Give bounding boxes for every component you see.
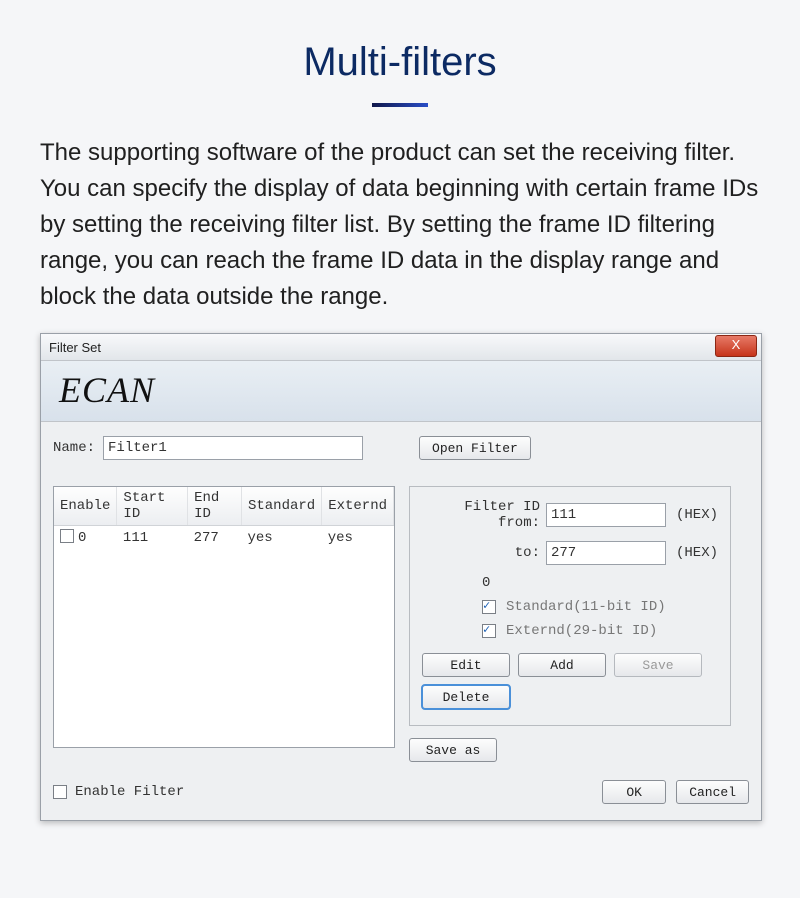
row-standard: yes <box>241 526 321 550</box>
filter-table-header[interactable]: Standard <box>241 487 321 526</box>
externd-id-checkbox[interactable] <box>482 624 496 638</box>
name-input[interactable] <box>103 436 363 460</box>
filter-table-header[interactable]: Externd <box>322 487 394 526</box>
brand-logo-text: ECAN <box>59 370 155 410</box>
page-description: The supporting software of the product c… <box>40 135 760 315</box>
edit-button[interactable]: Edit <box>422 653 510 677</box>
enable-filter-label: Enable Filter <box>75 784 184 800</box>
dialog-title: Filter Set <box>47 340 101 355</box>
title-underline <box>372 103 428 107</box>
name-label: Name: <box>53 440 95 456</box>
row-externd: yes <box>322 526 394 550</box>
filter-table-header[interactable]: Start ID <box>117 487 188 526</box>
filter-id-to-label: to: <box>422 545 540 561</box>
filter-table-header[interactable]: End ID <box>188 487 242 526</box>
page-title: Multi-filters <box>40 40 760 85</box>
save-button[interactable]: Save <box>614 653 702 677</box>
row-enable-text: 0 <box>78 530 86 546</box>
close-button[interactable]: X <box>715 335 757 357</box>
filter-table-header-row: Enable Start ID End ID Standard Externd <box>54 487 394 526</box>
filter-edit-panel: Filter ID from: (HEX) to: (HEX) 0 <box>409 486 731 726</box>
dialog-titlebar[interactable]: Filter Set X <box>41 334 761 361</box>
row-enable-checkbox[interactable] <box>60 529 74 543</box>
delete-button[interactable]: Delete <box>422 685 510 709</box>
open-filter-button[interactable]: Open Filter <box>419 436 531 460</box>
cancel-button[interactable]: Cancel <box>676 780 749 804</box>
brand-bar: ECAN <box>41 361 761 422</box>
filter-set-dialog: Filter Set X ECAN Name: Open Filter <box>40 333 762 821</box>
filter-id-to-input[interactable] <box>546 541 666 565</box>
save-as-button[interactable]: Save as <box>409 738 497 762</box>
zero-indicator: 0 <box>422 575 718 591</box>
hex-suffix: (HEX) <box>676 545 718 561</box>
enable-filter-checkbox[interactable] <box>53 785 67 799</box>
filter-id-from-input[interactable] <box>546 503 666 527</box>
standard-id-label: Standard(11-bit ID) <box>506 599 666 615</box>
hex-suffix: (HEX) <box>676 507 718 523</box>
filter-id-from-label: Filter ID from: <box>422 499 540 531</box>
filter-table[interactable]: Enable Start ID End ID Standard Externd … <box>53 486 395 748</box>
filter-table-header[interactable]: Enable <box>54 487 117 526</box>
table-row[interactable]: 0 111 277 yes yes <box>54 526 394 550</box>
externd-id-label: Externd(29-bit ID) <box>506 623 657 639</box>
row-start-id: 111 <box>117 526 188 550</box>
row-end-id: 277 <box>188 526 242 550</box>
add-button[interactable]: Add <box>518 653 606 677</box>
ok-button[interactable]: OK <box>602 780 666 804</box>
standard-id-checkbox[interactable] <box>482 600 496 614</box>
